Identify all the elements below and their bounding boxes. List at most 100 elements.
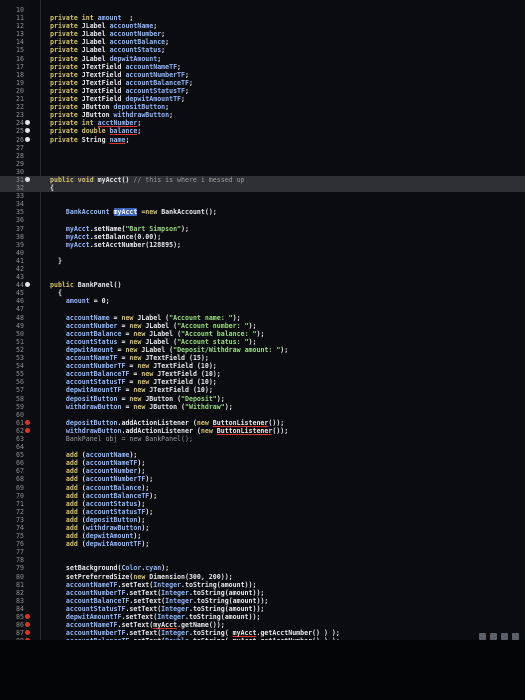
code-line[interactable]: 52 depwitAmount = new JLabel ("Deposit/W…	[0, 346, 525, 354]
code-line[interactable]: 29	[0, 160, 525, 168]
code-line[interactable]: 36	[0, 216, 525, 224]
code-line[interactable]: 37 myAcct.setName("Bart Simpson");	[0, 225, 525, 233]
code-line[interactable]: 70 add (accountBalanceTF);	[0, 492, 525, 500]
code-line[interactable]: 22 private JButton depositButton;	[0, 103, 525, 111]
code-line[interactable]: 30	[0, 168, 525, 176]
fold-marker-icon[interactable]	[25, 128, 30, 134]
code-line[interactable]: 18 private JTextField accountNumberTF;	[0, 71, 525, 79]
code-line[interactable]: 19 private JTextField accountBalanceTF;	[0, 79, 525, 87]
error-marker-icon[interactable]	[25, 630, 30, 636]
code-line[interactable]: 63 BankPanel obj = new BankPanel();	[0, 435, 525, 443]
code-line[interactable]: 49 accountNumber = new JLabel ("Account …	[0, 322, 525, 330]
code-line[interactable]: 75 add (depwitAmount);	[0, 532, 525, 540]
code-line[interactable]: 23 private JButton withdrawButton;	[0, 111, 525, 119]
code-token: String	[81, 135, 110, 144]
code-line[interactable]: 64	[0, 443, 525, 451]
code-token: .toString(amount));	[188, 588, 265, 597]
error-marker-icon[interactable]	[25, 622, 30, 628]
code-line[interactable]: 32 {	[0, 184, 525, 193]
code-line[interactable]: 25 private double balance;	[0, 127, 525, 135]
code-line[interactable]: 10	[0, 6, 525, 14]
code-line[interactable]: 50 accountBalance = new JLabel ("Account…	[0, 330, 525, 338]
code-line[interactable]: 81 accountNameTF.setText(Integer.toStrin…	[0, 581, 525, 589]
code-line[interactable]: 42	[0, 265, 525, 273]
code-line[interactable]: 15 private JLabel accountStatus;	[0, 46, 525, 54]
code-line[interactable]: 46 amount = 0;	[0, 297, 525, 305]
fold-marker-icon[interactable]	[25, 136, 30, 142]
line-number: 54	[16, 362, 24, 371]
code-line[interactable]: 24 private int acctNumber;	[0, 119, 525, 127]
code-line[interactable]: 40	[0, 249, 525, 257]
fold-marker-icon[interactable]	[25, 120, 30, 126]
code-line[interactable]: 38 myAcct.setBalance(0.00);	[0, 233, 525, 241]
code-line[interactable]: 47	[0, 305, 525, 313]
error-marker-icon[interactable]	[25, 614, 30, 620]
code-line[interactable]: 61 depositButton.addActionListener (new …	[0, 419, 525, 427]
code-line[interactable]: 34	[0, 200, 525, 208]
code-line[interactable]: 76 add (depwitAmountTF);	[0, 540, 525, 548]
code-line[interactable]: 16 private JLabel depwitAmount;	[0, 55, 525, 63]
code-line[interactable]: 28	[0, 152, 525, 160]
code-line[interactable]: 11 private int amount ;	[0, 14, 525, 22]
code-line[interactable]: 72 add (accountStatusTF);	[0, 508, 525, 516]
fold-marker-icon[interactable]	[25, 176, 30, 182]
code-line[interactable]: 79 setBackground(Color.cyan);	[0, 564, 525, 572]
code-line[interactable]: 68 add (accountNumberTF);	[0, 475, 525, 483]
code-line[interactable]: 45 {	[0, 289, 525, 297]
code-line[interactable]: 21 private JTextField depwitAmountTF;	[0, 95, 525, 103]
code-line[interactable]: 86 accountNameTF.setText(myAcct.getName(…	[0, 621, 525, 629]
code-line[interactable]: 56 accountStatusTF = new JTextField (10)…	[0, 378, 525, 386]
code-line[interactable]: 13 private JLabel accountNumber;	[0, 30, 525, 38]
code-line[interactable]: 62 withdrawButton.addActionListener (new…	[0, 427, 525, 435]
code-line[interactable]: 26 private String name;	[0, 136, 525, 144]
code-line[interactable]: 44 public BankPanel()	[0, 281, 525, 289]
code-line[interactable]: 71 add (accountStatus);	[0, 500, 525, 508]
line-number: 23	[16, 111, 24, 120]
code-line[interactable]: 58 depositButton = new JButton ("Deposit…	[0, 395, 525, 403]
code-lines[interactable]: 10 11 private int amount ; 12 private JLabel…	[0, 6, 525, 640]
code-line[interactable]: 17 private JTextField accountNameTF;	[0, 63, 525, 71]
code-line[interactable]: 74 add (withdrawButton);	[0, 524, 525, 532]
code-token: ;	[137, 119, 142, 128]
code-editor[interactable]: 10 11 private int amount ; 12 private JLabel…	[0, 0, 525, 640]
code-line[interactable]: 84 accountStatusTF.setText(Integer.toStr…	[0, 605, 525, 613]
code-line[interactable]: 85 depwitAmountTF.setText(Integer.toStri…	[0, 613, 525, 621]
code-line[interactable]: 41 }	[0, 257, 525, 265]
line-number: 11	[16, 14, 24, 23]
code-line[interactable]: 33	[0, 192, 525, 200]
code-line[interactable]: 65 add (accountName);	[0, 451, 525, 459]
code-line[interactable]: 39 myAcct.setAcctNumber(128895);	[0, 241, 525, 249]
code-line[interactable]: 35 BankAccount myAcct =new BankAccount()…	[0, 208, 525, 217]
code-line[interactable]: 31 public void myAcct() // this is where …	[0, 175, 525, 185]
code-line[interactable]: 66 add (accountNameTF);	[0, 459, 525, 467]
code-line[interactable]: 54 accountNumberTF = new JTextField (10)…	[0, 362, 525, 370]
code-line[interactable]: 20 private JTextField accountStatusTF;	[0, 87, 525, 95]
code-line[interactable]: 77	[0, 548, 525, 556]
code-line[interactable]: 55 accountBalanceTF = new JTextField (10…	[0, 370, 525, 378]
code-line[interactable]: 57 depwitAmountTF = new JTextField (10);	[0, 386, 525, 394]
code-line[interactable]: 51 accountStatus = new JLabel ("Account …	[0, 338, 525, 346]
code-line[interactable]: 59 withdrawButton = new JButton ("Withdr…	[0, 403, 525, 411]
code-line[interactable]: 78	[0, 556, 525, 564]
code-line[interactable]: 73 add (depositButton);	[0, 516, 525, 524]
code-line[interactable]: 12 private JLabel accountName;	[0, 22, 525, 30]
error-marker-icon[interactable]	[25, 419, 30, 425]
code-text: private String name;	[50, 136, 129, 144]
error-marker-icon[interactable]	[25, 427, 30, 433]
code-line[interactable]: 82 accountNumberTF.setText(Integer.toStr…	[0, 589, 525, 597]
line-number: 85	[16, 613, 24, 622]
code-line[interactable]: 43	[0, 273, 525, 281]
fold-marker-icon[interactable]	[25, 282, 30, 288]
code-line[interactable]: 69 add (accountBalance);	[0, 484, 525, 492]
code-token: accountStatusTF	[65, 378, 126, 387]
code-line[interactable]: 80 setPreferredSize(new Dimension(300, 2…	[0, 573, 525, 581]
code-line[interactable]: 83 accountBalanceTF.setText(Integer.toSt…	[0, 597, 525, 605]
code-line[interactable]: 48 accountName = new JLabel ("Account na…	[0, 314, 525, 322]
code-line[interactable]: 14 private JLabel accountBalance;	[0, 38, 525, 46]
code-line[interactable]: 27	[0, 144, 525, 152]
code-line[interactable]: 87 accountNumberTF.setText(Integer.toStr…	[0, 629, 525, 637]
code-line[interactable]: 53 accountNameTF = new JTextField (15);	[0, 354, 525, 362]
code-line[interactable]: 67 add (accountNumber);	[0, 467, 525, 475]
code-line[interactable]: 60	[0, 411, 525, 419]
